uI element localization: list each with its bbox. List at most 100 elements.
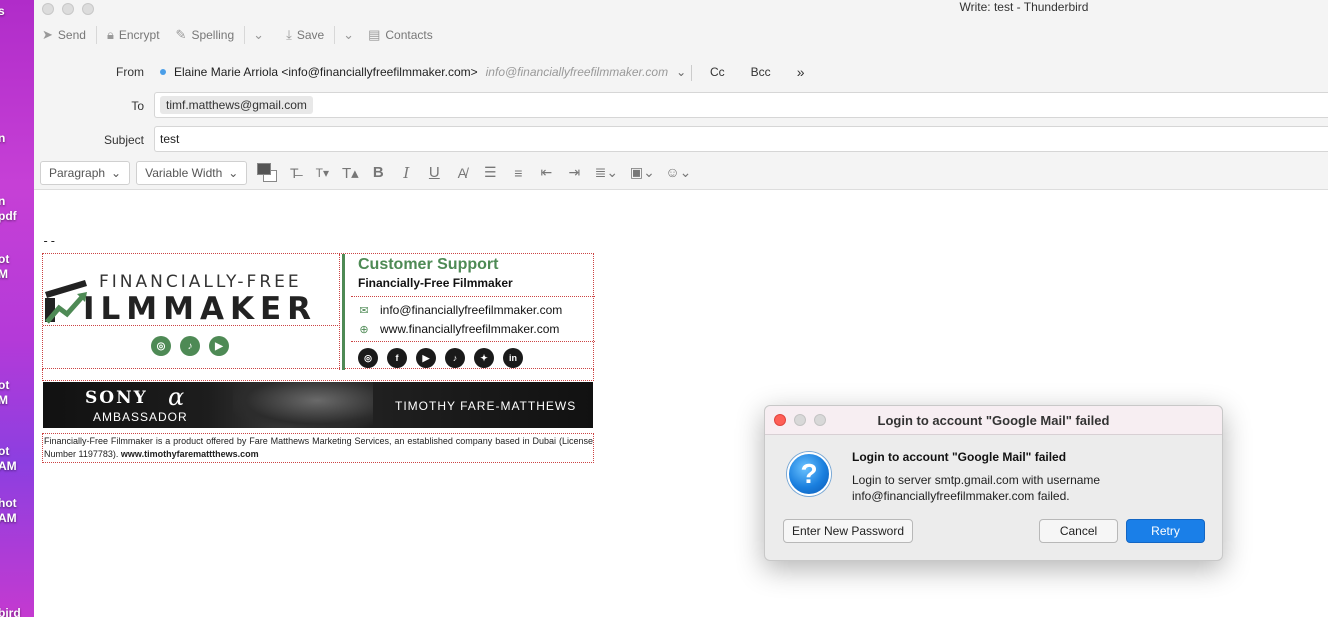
emoji-icon[interactable]: ☺⌄ — [663, 164, 693, 181]
font-value: Variable Width — [145, 165, 223, 180]
dialog-message: Login to server smtp.gmail.com with user… — [852, 473, 1101, 503]
desktop-file-label[interactable]: n pdf — [0, 194, 17, 224]
contacts-label: Contacts — [385, 28, 433, 42]
insert-image-icon[interactable]: ▣⌄ — [627, 164, 657, 181]
logo-social-links: ◎ ♪ ▶ — [151, 336, 229, 356]
font-size-reset-icon[interactable]: T̶ — [283, 165, 305, 181]
disclaimer-link[interactable]: www.timothyfaremattthews.com — [121, 449, 259, 459]
chevron-down-icon: ⌄ — [253, 27, 265, 42]
recipient-pill[interactable]: timf.matthews@gmail.com — [160, 96, 313, 114]
desktop-file-label[interactable]: hot AM — [0, 496, 17, 526]
question-icon: ? — [787, 452, 831, 496]
italic-icon[interactable]: I — [395, 164, 417, 182]
banner-ambassador: AMBASSADOR — [93, 410, 188, 424]
from-label: From — [116, 65, 144, 79]
youtube-icon[interactable]: ▶ — [209, 336, 229, 356]
tiktok-icon[interactable]: ♪ — [180, 336, 200, 356]
envelope-icon: ✉ — [359, 304, 369, 317]
contacts-button[interactable]: ▤ Contacts — [360, 24, 441, 46]
desktop-file-label[interactable]: ot AM — [0, 444, 17, 474]
text-color-picker[interactable] — [253, 161, 278, 185]
save-menu-button[interactable]: ⌄ — [337, 24, 360, 46]
more-fields-button[interactable]: » — [791, 64, 811, 80]
font-larger-icon[interactable]: T▴ — [339, 164, 361, 182]
retry-button[interactable]: Retry — [1126, 519, 1205, 543]
subject-value: test — [160, 132, 180, 146]
facebook-icon[interactable]: f — [387, 348, 407, 368]
signature-email[interactable]: ✉ info@financiallyfreefilmmaker.com — [358, 303, 562, 317]
from-selector[interactable]: Elaine Marie Arriola <info@financiallyfr… — [160, 65, 686, 79]
desktop-file-label[interactable]: s — [0, 4, 5, 19]
to-field[interactable]: timf.matthews@gmail.com — [154, 92, 1328, 118]
paragraph-format-select[interactable]: Paragraph ⌄ — [40, 160, 131, 185]
compose-toolbar: ➤ Send 🔒︎ Encrypt ✎ Spelling ⌄ ⤓ Save ⌄ … — [34, 24, 441, 46]
format-toolbar: Paragraph ⌄ Variable Width ⌄ T̶ T▾ T▴ B … — [34, 156, 1328, 190]
message-header: From Elaine Marie Arriola <info@financia… — [34, 52, 1328, 156]
spelling-icon: ✎ — [175, 27, 187, 42]
banner-alpha: α — [168, 383, 185, 411]
sony-ambassador-banner: SONY α AMBASSADOR TIMOTHY FARE-MATTHEWS — [43, 382, 593, 428]
banner-photo — [233, 382, 373, 428]
save-button[interactable]: ⤓ Save — [278, 24, 332, 46]
header-separator — [691, 65, 692, 81]
signature-company: Financially-Free Filmmaker — [358, 276, 513, 290]
signature-separator: -- — [42, 234, 57, 248]
instagram-icon[interactable]: ◎ — [151, 336, 171, 356]
desktop-file-label[interactable]: bird — [0, 606, 21, 617]
numbered-list-icon[interactable]: ≡ — [507, 165, 529, 181]
bcc-button[interactable]: Bcc — [745, 65, 777, 79]
zoom-window-button[interactable] — [82, 3, 94, 15]
desktop-file-label[interactable]: n — [0, 131, 5, 146]
chevron-down-icon: ⌄ — [111, 165, 122, 180]
toolbar-separator — [95, 26, 97, 44]
send-icon: ➤ — [42, 27, 53, 42]
desktop-file-label[interactable]: ot M — [0, 378, 9, 408]
font-select[interactable]: Variable Width ⌄ — [136, 160, 248, 185]
encrypt-label: Encrypt — [118, 28, 160, 42]
toolbar-separator — [334, 26, 336, 44]
signature-logo-cell: FINANCIALLY-FREE ILMMAKER ◎ ♪ ▶ — [43, 254, 340, 370]
desktop-file-label[interactable]: ot M — [0, 252, 9, 282]
toolbar-separator — [244, 26, 246, 44]
text-color-swatch[interactable] — [257, 162, 272, 175]
cc-button[interactable]: Cc — [704, 65, 731, 79]
signature-website-text: www.financiallyfreefilmmaker.com — [380, 322, 560, 336]
logo: FINANCIALLY-FREE ILMMAKER — [43, 254, 340, 327]
chevron-down-icon: ⌄ — [228, 165, 239, 180]
address-book-icon: ▤ — [368, 27, 381, 42]
linkedin-icon[interactable]: in — [503, 348, 523, 368]
window-title: Write: test - Thunderbird — [959, 0, 1089, 14]
tiktok-icon[interactable]: ♪ — [445, 348, 465, 368]
signature-row-divider — [351, 341, 595, 342]
instagram-icon[interactable]: ◎ — [358, 348, 378, 368]
spelling-menu-button[interactable]: ⌄ — [247, 24, 270, 46]
cancel-button[interactable]: Cancel — [1039, 519, 1118, 543]
close-window-button[interactable] — [42, 3, 54, 15]
enter-new-password-button[interactable]: Enter New Password — [783, 519, 913, 543]
underline-icon[interactable]: U — [423, 164, 445, 181]
font-smaller-icon[interactable]: T▾ — [311, 166, 333, 180]
subject-label: Subject — [103, 133, 144, 147]
paragraph-format-value: Paragraph — [49, 165, 106, 180]
dialog-title: Login to account "Google Mail" failed — [877, 413, 1110, 428]
encrypt-button[interactable]: 🔒︎ Encrypt — [99, 24, 168, 46]
send-button[interactable]: ➤ Send — [34, 24, 94, 46]
youtube-icon[interactable]: ▶ — [416, 348, 436, 368]
subject-field[interactable]: test — [154, 126, 1328, 152]
clapperboard-logo-icon — [45, 280, 87, 324]
signature-email-text: info@financiallyfreefilmmaker.com — [380, 303, 563, 317]
indent-icon[interactable]: ⇥ — [563, 164, 585, 181]
twitter-icon[interactable]: ✦ — [474, 348, 494, 368]
bold-icon[interactable]: B — [367, 164, 389, 181]
spelling-button[interactable]: ✎ Spelling — [168, 24, 243, 46]
lock-icon: 🔒︎ — [106, 27, 114, 42]
chevron-down-icon: ⌄ — [676, 65, 687, 79]
minimize-window-button[interactable] — [62, 3, 74, 15]
signature-table: FINANCIALLY-FREE ILMMAKER ◎ ♪ ▶ Customer… — [42, 253, 595, 370]
signature-website[interactable]: ⊕ www.financiallyfreefilmmaker.com — [358, 322, 559, 336]
outdent-icon[interactable]: ⇤ — [535, 164, 557, 181]
align-menu-icon[interactable]: ≣⌄ — [591, 164, 621, 181]
bulleted-list-icon[interactable]: ☰ — [479, 164, 501, 181]
remove-formatting-icon[interactable]: A̸ — [451, 165, 473, 181]
signature-divider-bar — [341, 254, 345, 370]
